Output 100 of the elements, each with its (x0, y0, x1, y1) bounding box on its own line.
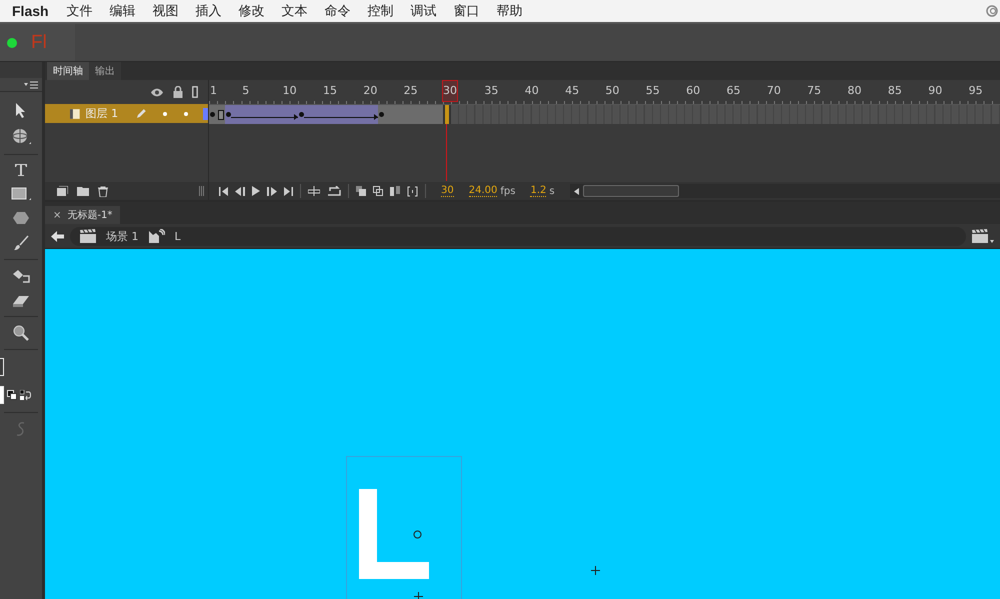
app-menu[interactable]: Flash (12, 3, 49, 19)
frame-number: 10 (282, 84, 297, 97)
playhead-line (446, 124, 448, 181)
registration-point-icon (414, 592, 423, 599)
frame-number: 45 (565, 84, 580, 97)
scene-menu-icon[interactable] (972, 229, 994, 243)
panel-menu-icon[interactable] (24, 80, 38, 88)
time-unit: s (549, 186, 555, 196)
frame-cell[interactable] (378, 105, 386, 124)
visibility-dot-icon[interactable] (163, 112, 168, 116)
stroke-color-swatch[interactable] (0, 358, 4, 376)
layer-icon (69, 108, 81, 120)
frame-number: 65 (726, 84, 740, 97)
frame-rate-value[interactable]: 24.00 (468, 185, 498, 197)
menu-item[interactable]: 文件 (66, 2, 93, 20)
scene-link[interactable]: 场景 1 (106, 228, 138, 244)
lock-icon[interactable] (173, 86, 183, 98)
edit-frames-icon[interactable] (390, 186, 400, 196)
frame-number: 50 (605, 84, 620, 97)
frame-number: 1 (210, 84, 217, 97)
frame-cell[interactable] (217, 105, 226, 124)
menu-item[interactable]: 窗口 (454, 2, 480, 20)
zoom-icon[interactable] (13, 325, 29, 341)
frame-number: 95 (968, 84, 983, 97)
crosshair-icon (591, 566, 600, 575)
trash-icon[interactable] (98, 186, 108, 196)
clapperboard-icon (80, 229, 96, 243)
step-back-icon[interactable] (235, 186, 245, 196)
frame-rate-unit: fps (500, 186, 516, 196)
paint-bucket-icon[interactable] (11, 268, 31, 284)
pencil-icon (136, 108, 146, 119)
frame-cell[interactable] (225, 105, 234, 124)
status-dot-icon (7, 38, 17, 48)
selection-arrow-icon[interactable] (15, 102, 27, 118)
scroll-thumb[interactable] (582, 185, 679, 197)
swap-colors-icon[interactable] (20, 390, 32, 400)
menu-item[interactable]: 帮助 (496, 2, 523, 20)
menu-item[interactable]: 调试 (410, 2, 437, 20)
fill-color-swatch[interactable] (0, 386, 4, 404)
new-layer-icon[interactable] (57, 186, 68, 196)
frame-number: 85 (888, 84, 902, 97)
menu-item[interactable]: 视图 (152, 2, 179, 20)
scroll-left-icon[interactable] (574, 188, 579, 194)
panel-tab[interactable]: 时间轴 (47, 62, 89, 80)
frame-number: 60 (686, 84, 700, 97)
frame-number: 40 (524, 84, 539, 97)
brush-icon[interactable] (13, 235, 29, 251)
menu-item[interactable]: 编辑 (110, 2, 136, 20)
outline-icon[interactable] (192, 86, 198, 98)
frame-number: 55 (646, 84, 660, 97)
elapsed-time-value[interactable]: 1.2 (530, 185, 546, 197)
symbol-link[interactable]: L (174, 230, 181, 242)
polygon-tool-icon[interactable] (13, 211, 29, 225)
back-arrow-icon[interactable] (51, 230, 64, 242)
menu-item[interactable]: 插入 (196, 2, 222, 20)
frame-number: 75 (807, 84, 822, 97)
current-frame-value[interactable]: 30 (441, 185, 454, 197)
frame-number: 35 (484, 84, 498, 97)
menu-item[interactable]: 命令 (324, 2, 351, 20)
outline-color-icon[interactable] (203, 108, 208, 120)
3d-rotation-icon[interactable] (11, 128, 31, 146)
folder-icon[interactable] (77, 186, 89, 196)
default-colors-icon[interactable] (7, 390, 17, 400)
creative-cloud-icon[interactable] (986, 5, 998, 17)
menu-item[interactable]: 文本 (282, 2, 308, 20)
play-icon[interactable] (252, 186, 260, 196)
last-frame-icon[interactable] (284, 186, 293, 196)
first-frame-icon[interactable] (219, 186, 228, 196)
frame-cell[interactable] (209, 105, 218, 124)
loop-icon[interactable] (327, 186, 341, 196)
frame-number: 90 (928, 84, 942, 97)
eye-icon[interactable] (150, 88, 164, 96)
eraser-icon[interactable] (12, 294, 30, 308)
onion-outline-icon[interactable] (373, 186, 383, 196)
frame-cell[interactable] (370, 105, 378, 124)
document-tab[interactable]: × 无标题-1* (45, 206, 120, 224)
horizontal-scrollbar[interactable] (570, 184, 1000, 198)
symbol-icon (148, 229, 164, 243)
step-forward-icon[interactable] (267, 186, 277, 196)
center-frame-icon[interactable] (308, 186, 320, 196)
frame-number: 30 (442, 80, 458, 102)
close-tab-button[interactable]: × (53, 210, 62, 220)
frame-ruler[interactable]: 1 5 10 15 20 25 30 35 40 45 50 55 60 65 70 75 80 85 90 95 (209, 80, 1000, 105)
rectangle-tool-icon[interactable] (11, 187, 31, 201)
lock-dot-icon[interactable] (184, 112, 188, 116)
panel-tab[interactable]: 输出 (89, 62, 121, 80)
resize-grip-icon[interactable] (199, 186, 204, 196)
frame-number: 5 (242, 84, 250, 97)
frame-number: 80 (848, 84, 862, 97)
frame-number: 15 (322, 84, 337, 97)
frame-number: 70 (766, 84, 781, 97)
app-logo: Fl (31, 32, 47, 54)
layer-name: 图层 1 (86, 106, 120, 121)
onion-markers-icon[interactable] (407, 186, 418, 196)
menu-item[interactable]: 修改 (238, 2, 265, 20)
text-tool-icon[interactable] (14, 163, 28, 177)
menu-item[interactable]: 控制 (368, 2, 394, 20)
transform-point-icon[interactable] (413, 530, 422, 539)
frame-number: 25 (404, 84, 418, 97)
onion-skin-icon[interactable] (356, 186, 366, 196)
